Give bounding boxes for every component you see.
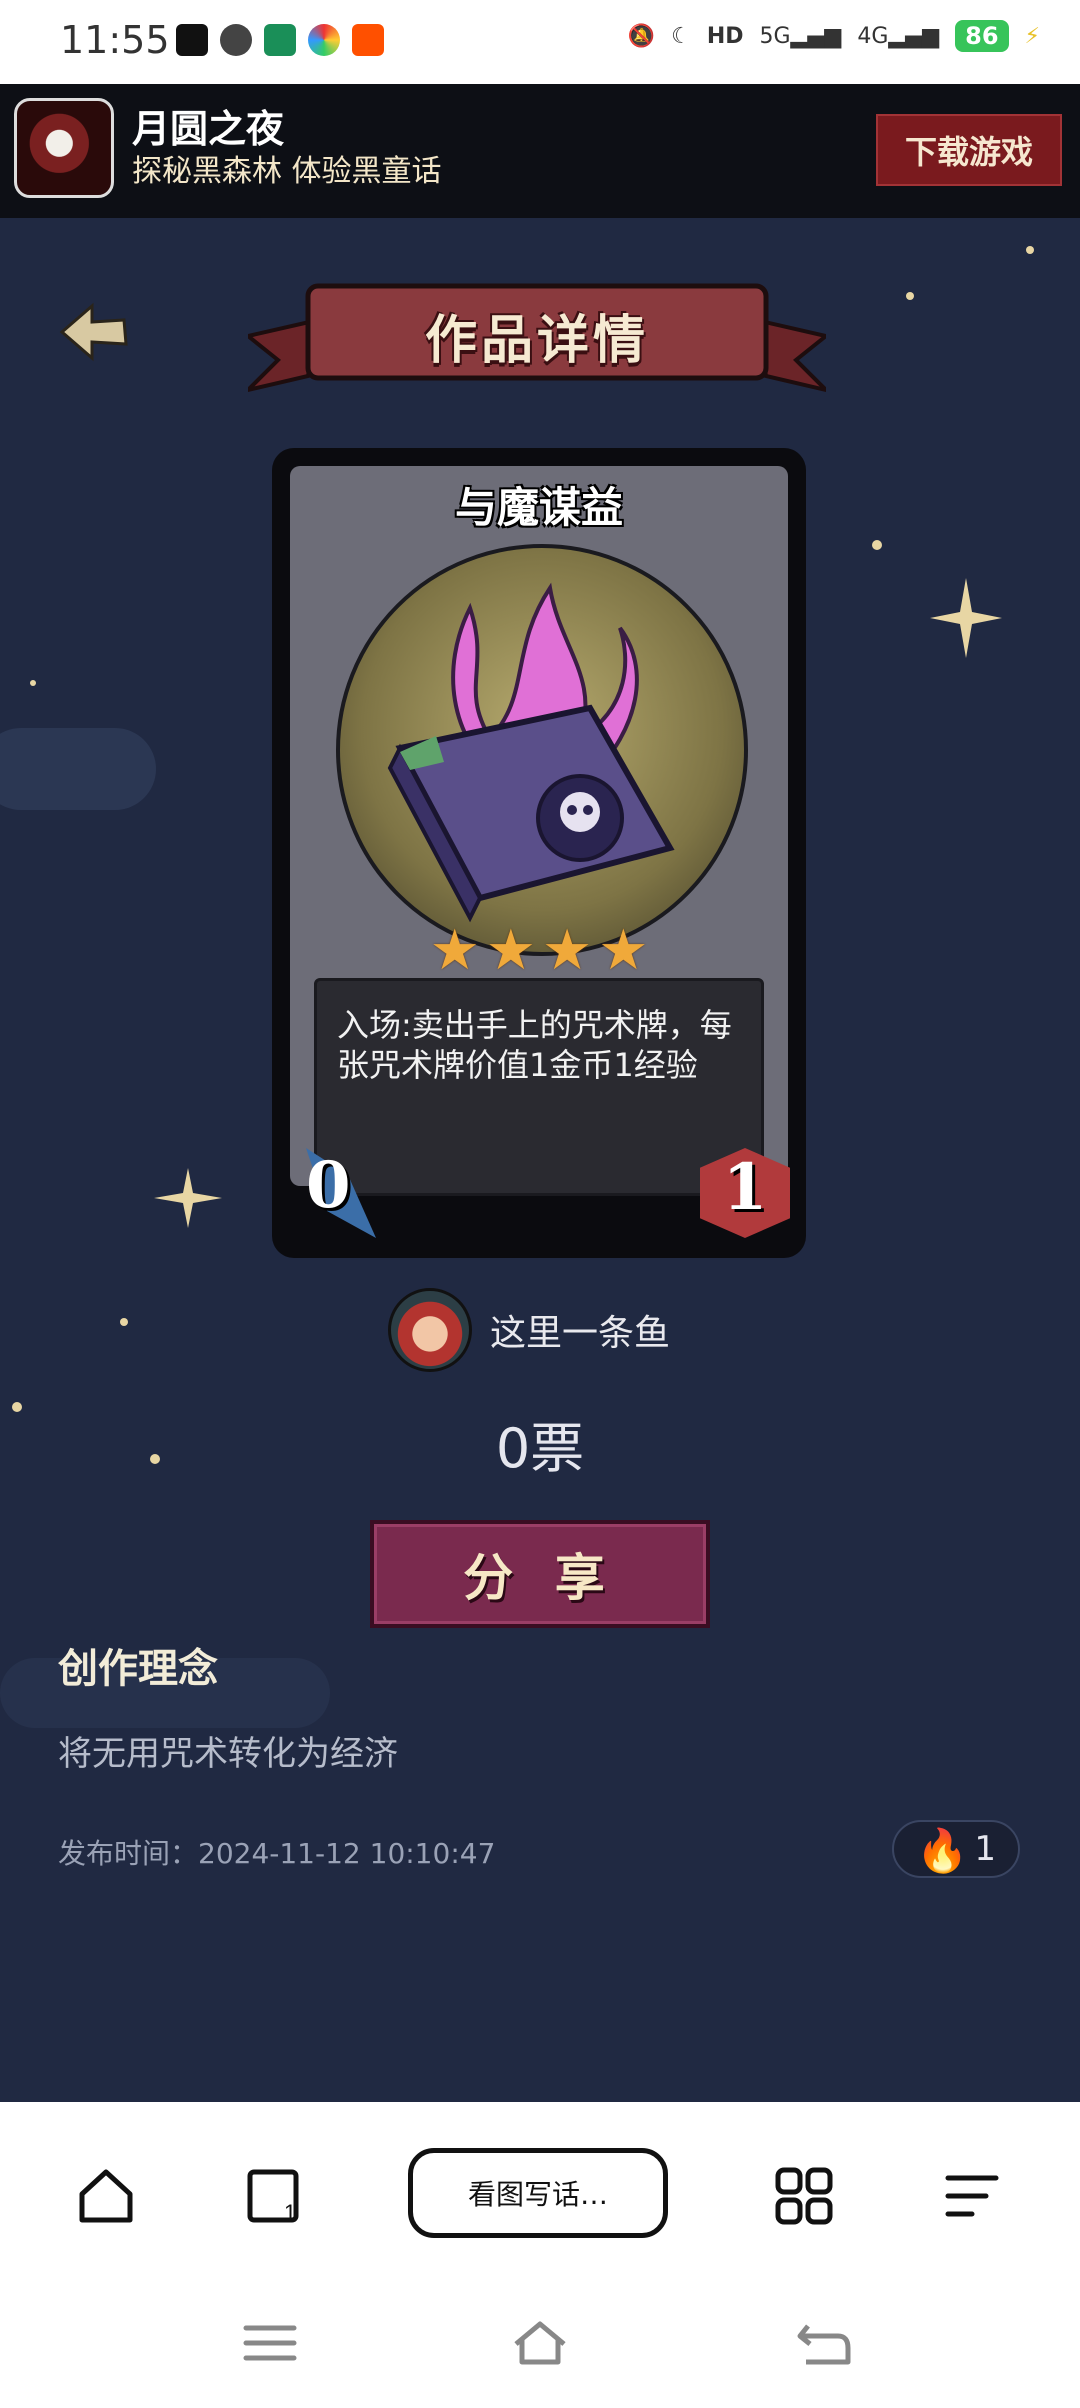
- music-app-icon: [176, 24, 208, 56]
- spellbook-illustration: [387, 582, 675, 923]
- status-time: 11:55: [60, 18, 170, 62]
- charging-icon: ⚡: [1024, 23, 1040, 49]
- page-title-ribbon: 作品详情: [248, 280, 826, 400]
- card-description: 入场:卖出手上的咒术牌，每张咒术牌价值1金币1经验: [314, 978, 764, 1196]
- star-icon: ★: [485, 918, 536, 983]
- apps-grid-icon[interactable]: [774, 2166, 834, 2226]
- banner-app-name: 月圆之夜: [132, 107, 285, 151]
- decor-cloud: [0, 728, 156, 810]
- card-rating: ★ ★ ★ ★: [272, 918, 806, 983]
- nav-back-icon[interactable]: [794, 2318, 854, 2368]
- author-info[interactable]: 这里一条鱼: [388, 1288, 670, 1372]
- banner-tagline: 探秘黑森林 体验黑童话: [132, 154, 442, 189]
- share-button[interactable]: 分 享: [370, 1520, 710, 1628]
- status-bar: 11:55 🔕 ☾ HD 5G▂▄▆ 4G▂▄▆ 86 ⚡: [0, 0, 1080, 84]
- star-icon: ★: [429, 918, 480, 983]
- page-title: 作品详情: [424, 311, 649, 371]
- decor-star: [906, 292, 914, 300]
- home-icon[interactable]: [76, 2166, 136, 2226]
- tabs-icon[interactable]: 1: [244, 2166, 304, 2226]
- download-game-button[interactable]: 下载游戏: [876, 114, 1062, 186]
- moon-icon: ☾: [671, 23, 691, 49]
- signal-4g-icon: 4G▂▄▆: [857, 23, 940, 49]
- card-art: [336, 544, 748, 956]
- main-content: 作品详情 与魔谋益 ★ ★ ★ ★ 入场:卖出手上的咒术牌，每张咒术牌价值1金币…: [0, 218, 1080, 2102]
- message-icon: [220, 24, 252, 56]
- author-name[interactable]: 这里一条鱼: [490, 1304, 670, 1356]
- status-right: 🔕 ☾ HD 5G▂▄▆ 4G▂▄▆ 86 ⚡: [628, 20, 1040, 52]
- nav-recents-icon[interactable]: [240, 2318, 300, 2368]
- menu-icon[interactable]: [942, 2166, 1002, 2226]
- flame-icon: 🔥: [916, 1826, 969, 1875]
- nav-home-icon[interactable]: [510, 2318, 570, 2368]
- svg-text:1: 1: [284, 2200, 296, 2225]
- finance-app-icon: [264, 24, 296, 56]
- read-aloud-button[interactable]: 看图写话…: [408, 2148, 668, 2238]
- signal-5g-icon: 5G▂▄▆: [759, 23, 842, 49]
- spell-card: 与魔谋益 ★ ★ ★ ★ 入场:卖出手上的咒术牌，每张咒术牌价值1金币1经验 0…: [272, 448, 806, 1258]
- card-level: 1: [722, 1150, 768, 1225]
- mute-icon: 🔕: [627, 23, 656, 49]
- decor-star: [872, 540, 882, 550]
- star-icon: ★: [598, 918, 649, 983]
- heat-button[interactable]: 🔥 1: [892, 1820, 1020, 1878]
- sparkle-icon: [930, 578, 1002, 658]
- concept-heading: 创作理念: [58, 1646, 218, 1692]
- sparkle-icon: [154, 1168, 222, 1228]
- decor-star: [120, 1318, 128, 1326]
- vote-count: 0票: [495, 1417, 585, 1480]
- game-logo: [14, 98, 114, 198]
- hd-icon: HD: [706, 23, 744, 49]
- browser-app-icon: [308, 24, 340, 56]
- card-name: 与魔谋益: [454, 483, 623, 532]
- concept-text: 将无用咒术转化为经济: [58, 1734, 398, 1774]
- card-cost: 0: [306, 1148, 351, 1223]
- game-banner[interactable]: 月圆之夜 探秘黑森林 体验黑童话 下载游戏: [0, 84, 1080, 218]
- heat-count: 1: [974, 1829, 996, 1869]
- taobao-icon: [352, 24, 384, 56]
- publish-time: 发布时间：2024-11-12 10:10:47: [58, 1837, 496, 1870]
- star-icon: ★: [542, 918, 593, 983]
- battery-indicator: 86: [955, 20, 1009, 52]
- decor-star: [1026, 246, 1034, 254]
- back-arrow-icon[interactable]: [58, 302, 130, 362]
- browser-toolbar: 1 看图写话…: [0, 2102, 1080, 2408]
- decor-star: [30, 680, 36, 686]
- author-avatar[interactable]: [388, 1288, 472, 1372]
